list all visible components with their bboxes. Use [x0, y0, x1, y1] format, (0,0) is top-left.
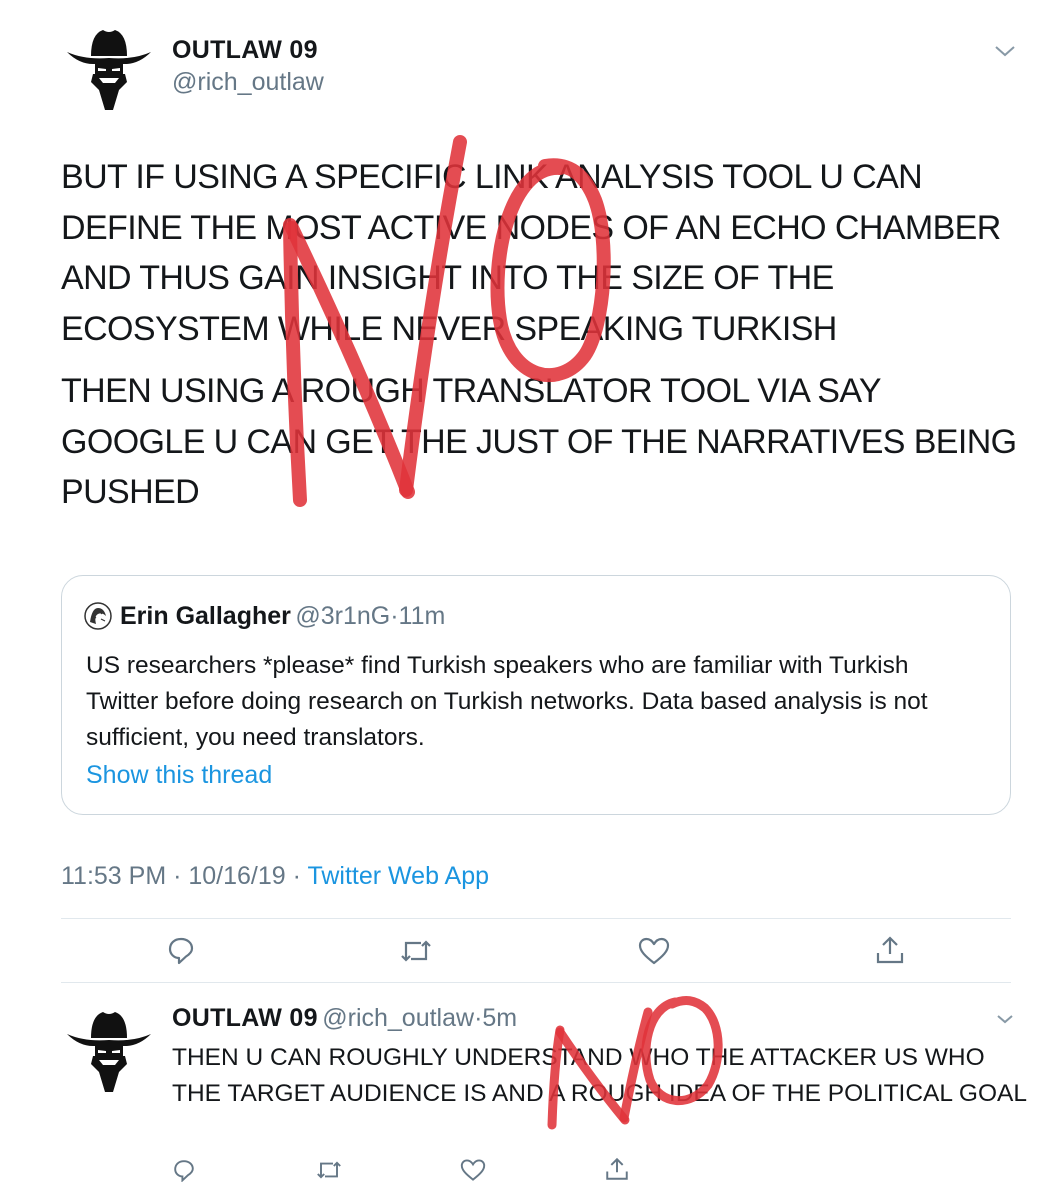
reply-tweet-text: THEN U CAN ROUGHLY UNDERSTAND WHO THE AT…: [172, 1044, 1027, 1107]
outlaw-cowboy-avatar-icon[interactable]: [65, 1002, 153, 1092]
quoted-tweet-header: Erin Gallagher @3r1nG·11m: [120, 602, 445, 631]
reply-author-handle[interactable]: @rich_outlaw: [322, 1004, 474, 1032]
quoted-author-handle[interactable]: @3r1nG: [295, 602, 390, 630]
quoted-time[interactable]: 11m: [399, 602, 446, 630]
divider: [61, 982, 1011, 983]
chevron-down-icon[interactable]: [996, 1012, 1014, 1030]
retweet-icon[interactable]: [315, 1158, 343, 1187]
heart-icon[interactable]: [460, 1158, 486, 1187]
quoted-author-name[interactable]: Erin Gallagher: [120, 602, 291, 630]
heart-icon[interactable]: [638, 936, 670, 971]
author-handle[interactable]: @rich_outlaw: [172, 68, 324, 97]
quoted-tweet-card[interactable]: Erin Gallagher @3r1nG·11m US researchers…: [61, 575, 1011, 815]
reply-author-name[interactable]: OUTLAW 09: [172, 1004, 318, 1032]
outlaw-cowboy-avatar-icon[interactable]: [65, 20, 153, 110]
reply-time[interactable]: 5m: [482, 1004, 517, 1032]
tweet-paragraph-2: THEN USING A ROUGH TRANSLATOR TOOL VIA S…: [61, 372, 1017, 511]
retweet-icon[interactable]: [399, 936, 433, 971]
tweet-paragraph-1: BUT IF USING A SPECIFIC LINK ANALYSIS TO…: [61, 158, 1001, 348]
divider: [61, 918, 1011, 919]
reply-icon[interactable]: [166, 935, 196, 970]
chevron-down-icon[interactable]: [994, 44, 1016, 63]
share-icon[interactable]: [874, 934, 906, 971]
separator-dot: ·: [390, 602, 399, 630]
erin-avatar-icon: [84, 602, 112, 635]
tweet-meta: 11:53 PM · 10/16/19 · Twitter Web App: [61, 862, 489, 891]
tweet-source-link[interactable]: Twitter Web App: [307, 862, 489, 890]
share-icon[interactable]: [604, 1156, 630, 1187]
tweet-timestamp[interactable]: 11:53 PM · 10/16/19 ·: [61, 862, 307, 890]
tweet-text: BUT IF USING A SPECIFIC LINK ANALYSIS TO…: [61, 152, 1021, 530]
author-name[interactable]: OUTLAW 09: [172, 36, 318, 65]
reply-header: OUTLAW 09 @rich_outlaw·5m: [172, 1004, 517, 1033]
quoted-tweet-text: US researchers *please* find Turkish spe…: [86, 652, 928, 751]
reply-icon[interactable]: [172, 1158, 196, 1187]
show-thread-link[interactable]: Show this thread: [86, 761, 272, 790]
